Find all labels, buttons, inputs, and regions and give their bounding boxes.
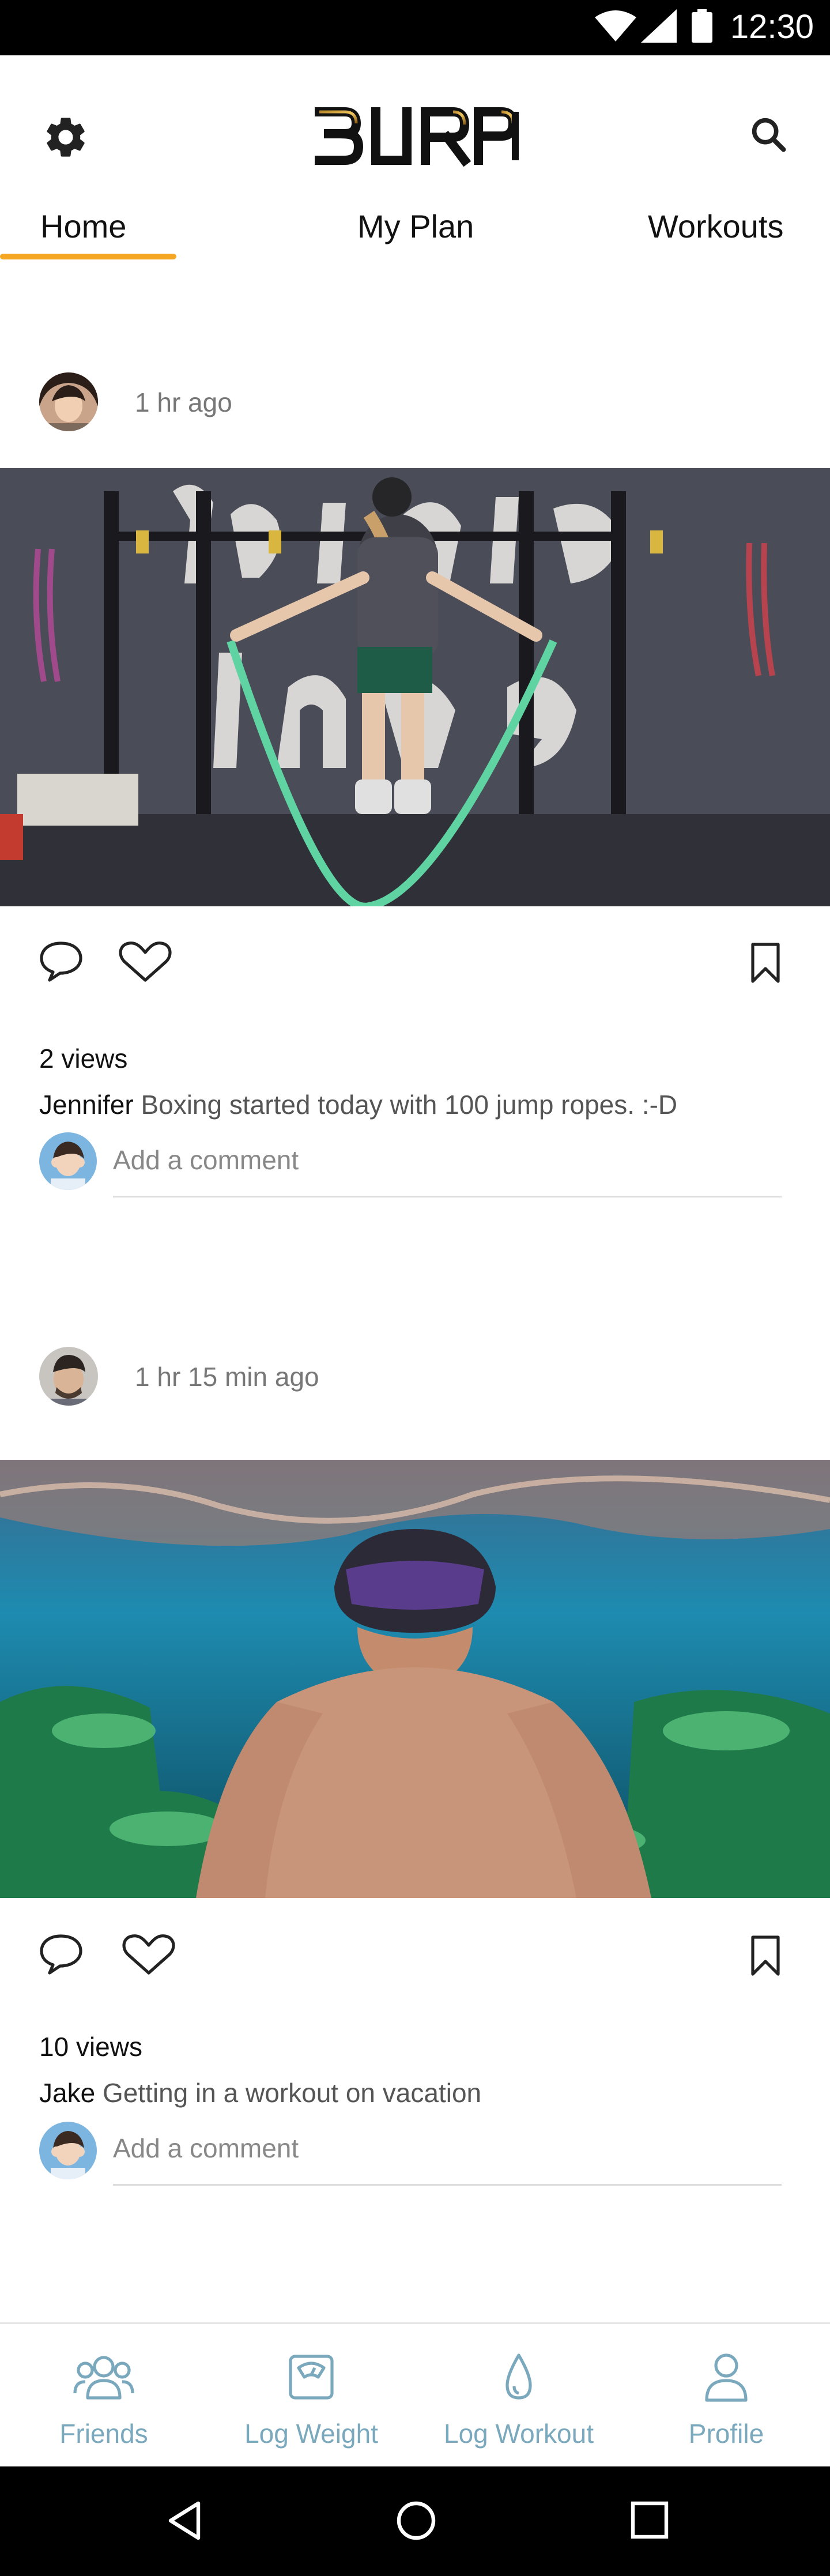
tab-my-plan[interactable]: My Plan: [357, 206, 474, 247]
comment-icon[interactable]: [38, 1933, 84, 1976]
nav-log-weight-label: Log Weight: [244, 2419, 378, 2449]
post-username[interactable]: Jake: [39, 2078, 95, 2108]
view-count: 10 views: [39, 2032, 142, 2062]
gear-icon[interactable]: [42, 113, 90, 161]
nav-log-weight[interactable]: Log Weight: [207, 2324, 415, 2468]
view-count: 2 views: [39, 1044, 128, 1074]
comment-icon[interactable]: [38, 940, 84, 984]
nav-profile[interactable]: Profile: [622, 2324, 830, 2468]
nav-friends-label: Friends: [59, 2419, 148, 2449]
post-timestamp: 1 hr ago: [135, 387, 232, 417]
friends-icon: [73, 2356, 134, 2400]
heart-icon[interactable]: [121, 1934, 176, 1976]
status-time: 12:30: [730, 8, 814, 46]
comment-avatar: [39, 1132, 97, 1190]
signal-icon: [641, 9, 677, 43]
avatar[interactable]: [39, 372, 98, 431]
nav-profile-label: Profile: [688, 2419, 764, 2449]
drop-icon: [505, 2353, 532, 2400]
heart-icon[interactable]: [118, 941, 173, 984]
system-navigation-bar: [0, 2466, 830, 2576]
tab-workouts[interactable]: Workouts: [648, 206, 783, 247]
back-icon[interactable]: [164, 2499, 205, 2543]
post-photo[interactable]: [0, 1460, 830, 1898]
post-caption-text: Boxing started today with 100 jump ropes…: [141, 1090, 678, 1120]
app-header: Home My Plan Workouts: [0, 55, 830, 270]
post-caption: Jennifer Boxing started today with 100 j…: [39, 1089, 677, 1121]
bookmark-icon[interactable]: [749, 1935, 782, 1976]
burpi-logo: [315, 107, 519, 167]
tab-home[interactable]: Home: [40, 206, 126, 247]
search-icon[interactable]: [747, 113, 791, 157]
nav-friends[interactable]: Friends: [0, 2324, 207, 2468]
comment-avatar: [39, 2122, 97, 2179]
nav-log-workout[interactable]: Log Workout: [415, 2324, 622, 2468]
comment-input[interactable]: Add a comment: [113, 1144, 299, 1176]
active-tab-indicator: [0, 254, 176, 259]
home-icon[interactable]: [394, 2499, 438, 2543]
avatar[interactable]: [39, 1347, 98, 1406]
status-bar: 12:30: [0, 0, 830, 55]
feed-post: 1 hr 15 min ago 10 views Jake Getting in…: [0, 1318, 830, 2240]
post-photo[interactable]: [0, 468, 830, 906]
feed-post: 1 hr ago 2 views Jennifer Boxing started…: [0, 346, 830, 1245]
comment-divider: [113, 1196, 782, 1197]
person-icon: [705, 2353, 748, 2402]
post-caption: Jake Getting in a workout on vacation: [39, 2077, 481, 2109]
bottom-navigation: Friends Log Weight Log Workout Profile: [0, 2322, 830, 2466]
nav-log-workout-label: Log Workout: [444, 2419, 594, 2449]
comment-input[interactable]: Add a comment: [113, 2132, 299, 2164]
bookmark-icon[interactable]: [749, 942, 782, 984]
scale-icon: [289, 2355, 334, 2400]
post-caption-text: Getting in a workout on vacation: [102, 2078, 482, 2108]
post-username[interactable]: Jennifer: [39, 1090, 134, 1120]
post-timestamp: 1 hr 15 min ago: [135, 1362, 319, 1392]
recents-icon[interactable]: [629, 2500, 670, 2540]
wifi-icon: [595, 10, 636, 42]
battery-icon: [692, 9, 712, 43]
comment-divider: [113, 2184, 782, 2186]
